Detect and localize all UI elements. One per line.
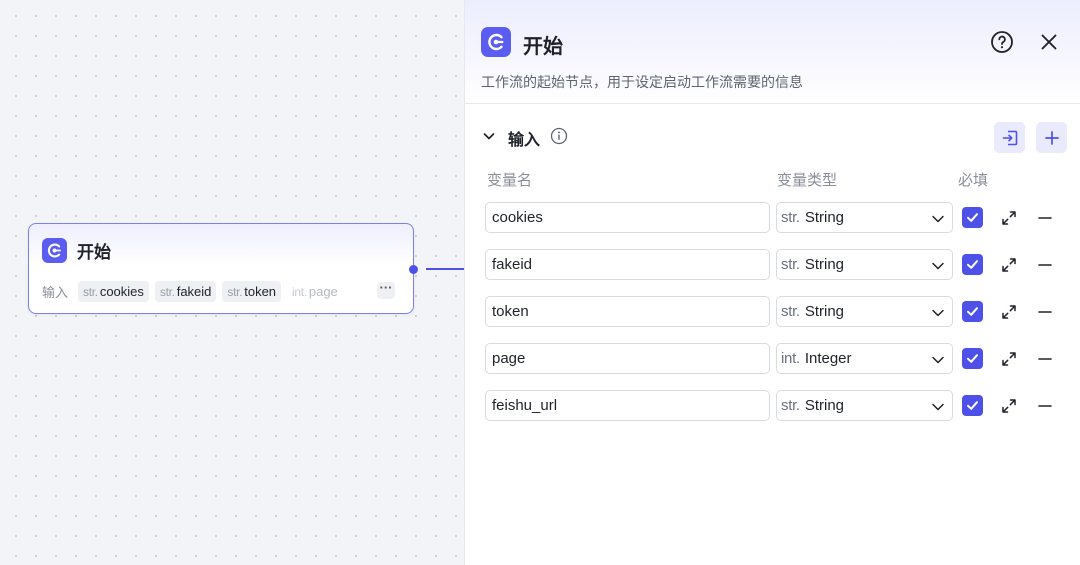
chevron-down-icon [932,215,944,223]
connection-edge [426,268,464,270]
variable-name-input[interactable] [485,296,770,327]
column-header-type: 变量类型 [777,172,838,189]
variable-row: str.String [485,296,1075,328]
input-chip: str. token [222,281,282,302]
start-node[interactable]: 开始 输入 str. cookies str. fakeid str. token i… [28,223,414,314]
variable-type-select[interactable]: str. String [776,249,953,280]
input-chip: str. fakeid [154,281,217,302]
node-header: 开始 [42,238,111,263]
plus-icon [1044,130,1059,145]
type-value: String [804,209,844,226]
type-prefix: str. [781,209,800,226]
node-inputs: 输入 str. cookies str. fakeid str. token int.… [42,281,343,302]
type-prefix: int. [781,350,800,367]
required-checkbox[interactable] [962,254,983,275]
panel-header: 开始 工作流的起始节点，用于设定启动工作流需要的信息 [465,0,1080,104]
type-prefix: str. [781,256,800,273]
minus-icon[interactable] [1036,256,1054,274]
start-logo-icon [42,238,67,263]
column-header-name: 变量名 [487,172,533,189]
chevron-down-icon [932,262,944,270]
expand-icon[interactable] [1000,303,1018,321]
expand-icon[interactable] [1000,350,1018,368]
type-value: Integer [804,350,852,367]
variable-row: str.String [485,390,1075,422]
close-button[interactable] [1037,30,1061,54]
chevron-down-icon [932,309,944,317]
minus-icon[interactable] [1036,350,1054,368]
required-checkbox[interactable] [962,348,983,369]
type-prefix: str. [781,397,800,414]
minus-icon[interactable] [1036,209,1054,227]
variable-type-select[interactable]: str. String [776,202,953,233]
node-title: 开始 [77,243,111,262]
chevron-down-icon [932,356,944,364]
variable-name-input[interactable] [485,202,770,233]
check-icon [967,401,978,410]
start-logo-icon [481,27,511,57]
chevron-down-icon [932,403,944,411]
expand-icon[interactable] [1000,397,1018,415]
node-config-panel: 开始 工作流的起始节点，用于设定启动工作流需要的信息 输入 变量名 变量类型 必… [464,0,1080,565]
variable-row: str.String [485,202,1075,234]
type-value: String [804,303,844,320]
variable-name-input[interactable] [485,343,770,374]
variable-type-select[interactable]: str. String [776,390,953,421]
add-variable-button[interactable] [1036,122,1067,153]
help-button[interactable] [990,30,1014,54]
check-icon [967,260,978,269]
close-icon [1041,34,1057,50]
required-checkbox[interactable] [962,395,983,416]
variable-row: str.String [485,249,1075,281]
import-button[interactable] [994,122,1025,153]
column-header-required: 必填 [958,172,989,189]
variable-type-select[interactable]: int. Integer [776,343,953,374]
more-inputs-button[interactable]: ··· [377,281,395,299]
node-inputs-label: 输入 [42,285,69,300]
expand-icon[interactable] [1000,256,1018,274]
panel-description: 工作流的起始节点，用于设定启动工作流需要的信息 [481,74,803,90]
question-circle-icon [991,31,1013,53]
required-checkbox[interactable] [962,301,983,322]
info-icon[interactable] [550,127,568,145]
variable-row: int.Integer [485,343,1075,375]
check-icon [967,354,978,363]
type-value: String [804,397,844,414]
output-port[interactable] [409,265,418,274]
chevron-down-icon[interactable] [481,128,497,144]
variable-type-select[interactable]: str. String [776,296,953,327]
type-value: String [804,256,844,273]
variable-name-input[interactable] [485,390,770,421]
input-chip: str. cookies [78,281,149,302]
minus-icon[interactable] [1036,397,1054,415]
section-title: 输入 [508,132,541,149]
input-section-header: 输入 [481,122,1069,153]
expand-icon[interactable] [1000,209,1018,227]
panel-title: 开始 [523,36,563,58]
check-icon [967,213,978,222]
type-prefix: str. [781,303,800,320]
check-icon [967,307,978,316]
required-checkbox[interactable] [962,207,983,228]
import-icon [1002,130,1017,145]
minus-icon[interactable] [1036,303,1054,321]
workflow-canvas[interactable]: 开始 输入 str. cookies str. fakeid str. token i… [0,0,464,565]
variable-name-input[interactable] [485,249,770,280]
input-chip: int. page [292,284,338,299]
